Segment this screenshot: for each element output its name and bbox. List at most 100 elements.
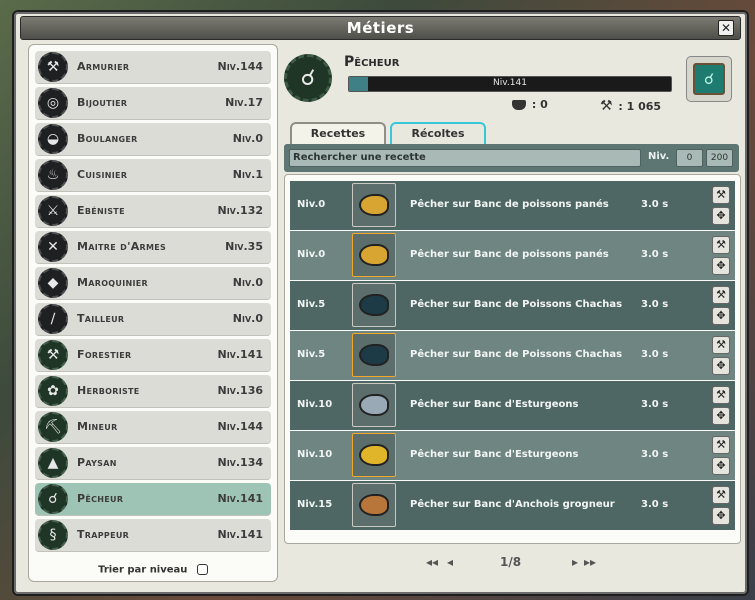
recipe-book-button[interactable]: ☌: [686, 56, 732, 102]
recipe-row[interactable]: Niv.5 Pêcher sur Banc de Poissons Chachas…: [290, 281, 735, 330]
needle-icon: ∕: [38, 304, 68, 334]
job-level: Niv.141: [217, 348, 263, 361]
job-name: Armurier: [77, 60, 130, 73]
compass-icon[interactable]: ✥: [712, 457, 730, 475]
fish-icon: [352, 183, 396, 227]
prev-page-icon[interactable]: ◂: [447, 555, 453, 569]
page-indicator: 1/8: [500, 555, 522, 569]
job-level: Niv.17: [225, 96, 263, 109]
recipe-level: Niv.0: [297, 199, 326, 210]
recipe-time: 3.0 s: [641, 449, 669, 460]
sidebar-item-job[interactable]: ☌ Pêcheur Niv.141: [35, 483, 271, 516]
job-level: Niv.1: [232, 168, 263, 181]
level-min-input[interactable]: 0: [676, 149, 703, 167]
sidebar-item-job[interactable]: ✿ Herboriste Niv.136: [35, 375, 271, 408]
sidebar-item-job[interactable]: ⛏ Mineur Niv.144: [35, 411, 271, 444]
compass-icon[interactable]: ✥: [712, 207, 730, 225]
pagination: ◂◂ ◂ 1/8 ▸ ▸▸: [284, 552, 739, 576]
hammer-icon[interactable]: ⚒: [712, 286, 730, 304]
job-name: Tailleur: [77, 312, 125, 325]
fish-icon: [352, 483, 396, 527]
sidebar-item-job[interactable]: ◎ Bijoutier Niv.17: [35, 87, 271, 120]
trap-icon: §: [38, 520, 68, 550]
hammer-icon[interactable]: ⚒: [712, 436, 730, 454]
recipe-row[interactable]: Niv.15 Pêcher sur Banc d'Anchois grogneur…: [290, 481, 735, 530]
sort-checkbox[interactable]: [196, 563, 208, 575]
sidebar-item-job[interactable]: ♨ Cuisinier Niv.1: [35, 159, 271, 192]
recipe-row[interactable]: Niv.10 Pêcher sur Banc d'Esturgeons 3.0 s ⚒…: [290, 431, 735, 480]
hammer-icon: ⚒: [600, 98, 613, 114]
hammer-stat: ⚒ : 1 065: [600, 98, 661, 114]
level-max-input[interactable]: 200: [706, 149, 733, 167]
fishhook-icon: ☌: [38, 484, 68, 514]
fish-icon: [352, 383, 396, 427]
fish-icon: [352, 333, 396, 377]
compass-icon[interactable]: ✥: [712, 257, 730, 275]
hammer-icon[interactable]: ⚒: [712, 336, 730, 354]
window-title: Métiers: [346, 19, 415, 37]
hammer-icon[interactable]: ⚒: [712, 486, 730, 504]
sidebar-item-job[interactable]: ⚒ Armurier Niv.144: [35, 51, 271, 84]
anvil-icon: ⚒: [38, 52, 68, 82]
last-page-icon[interactable]: ▸▸: [584, 555, 596, 569]
hammer-value: : 1 065: [618, 100, 662, 113]
axe-icon: ⚒: [38, 340, 68, 370]
sidebar-item-job[interactable]: § Trappeur Niv.141: [35, 519, 271, 552]
job-name: Ebéniste: [77, 204, 125, 217]
xp-progress-bar: Niv.141: [348, 76, 672, 92]
close-button[interactable]: ✕: [718, 20, 734, 36]
recipe-name: Pêcher sur Banc de poissons panés: [410, 199, 609, 210]
fish-shape: [359, 294, 389, 316]
sidebar-item-job[interactable]: ◒ Boulanger Niv.0: [35, 123, 271, 156]
hammer-icon[interactable]: ⚒: [712, 236, 730, 254]
recipe-name: Pêcher sur Banc de Poissons Chachas: [410, 299, 623, 310]
job-name: Pêcheur: [77, 492, 124, 505]
recipe-level: Niv.15: [297, 499, 333, 510]
recipe-time: 3.0 s: [641, 299, 669, 310]
sidebar-item-job[interactable]: ▲ Paysan Niv.134: [35, 447, 271, 480]
recipe-row[interactable]: Niv.5 Pêcher sur Banc de Poissons Chachas…: [290, 331, 735, 380]
sidebar-item-job[interactable]: ◆ Maroquinier Niv.0: [35, 267, 271, 300]
recipe-time: 3.0 s: [641, 399, 669, 410]
recipe-level: Niv.5: [297, 299, 326, 310]
jobs-window: Métiers ✕ Trier par niveau ⚒ Armurier Niv.…: [12, 10, 749, 596]
compass-icon[interactable]: ✥: [712, 357, 730, 375]
recipe-time: 3.0 s: [641, 499, 669, 510]
tab-recettes[interactable]: Recettes: [290, 122, 386, 146]
scythe-icon: ▲: [38, 448, 68, 478]
tab-recoltes[interactable]: Récoltes: [390, 122, 486, 146]
job-level: Niv.0: [232, 132, 263, 145]
compass-icon[interactable]: ✥: [712, 307, 730, 325]
next-page-icon[interactable]: ▸: [572, 555, 578, 569]
pot-value: : 0: [531, 98, 548, 111]
compass-icon[interactable]: ✥: [712, 507, 730, 525]
job-name: Cuisinier: [77, 168, 128, 181]
compass-icon[interactable]: ✥: [712, 407, 730, 425]
fish-icon: [352, 433, 396, 477]
sidebar-item-job[interactable]: ∕ Tailleur Niv.0: [35, 303, 271, 336]
job-level: Niv.141: [217, 528, 263, 541]
sidebar-item-job[interactable]: ⚒ Forestier Niv.141: [35, 339, 271, 372]
job-level: Niv.0: [232, 276, 263, 289]
recipe-time: 3.0 s: [641, 249, 669, 260]
sidebar-item-job[interactable]: ⚔ Ebéniste Niv.132: [35, 195, 271, 228]
first-page-icon[interactable]: ◂◂: [426, 555, 438, 569]
job-level: Niv.144: [217, 420, 263, 433]
search-row: Rechercher une recette Niv. 0 200: [284, 144, 739, 172]
recipe-level: Niv.10: [297, 449, 333, 460]
fish-icon: [352, 283, 396, 327]
job-name: Forestier: [77, 348, 132, 361]
job-title: Pêcheur: [344, 54, 400, 70]
bag-icon: ◆: [38, 268, 68, 298]
hammer-icon[interactable]: ⚒: [712, 386, 730, 404]
hammer-icon[interactable]: ⚒: [712, 186, 730, 204]
recipe-row[interactable]: Niv.0 Pêcher sur Banc de poissons panés 3.…: [290, 181, 735, 230]
recipe-row[interactable]: Niv.10 Pêcher sur Banc d'Esturgeons 3.0 s ⚒…: [290, 381, 735, 430]
sidebar-item-job[interactable]: ✕ Maitre d'Armes Niv.35: [35, 231, 271, 264]
pot-icon: ♨: [38, 160, 68, 190]
recipe-row[interactable]: Niv.0 Pêcher sur Banc de poissons panés 3.…: [290, 231, 735, 280]
search-input[interactable]: Rechercher une recette: [289, 149, 641, 167]
sort-by-level-option[interactable]: Trier par niveau: [29, 563, 277, 575]
pickaxe-icon: ⛏: [38, 412, 68, 442]
xp-level-text: Niv.141: [493, 78, 527, 88]
